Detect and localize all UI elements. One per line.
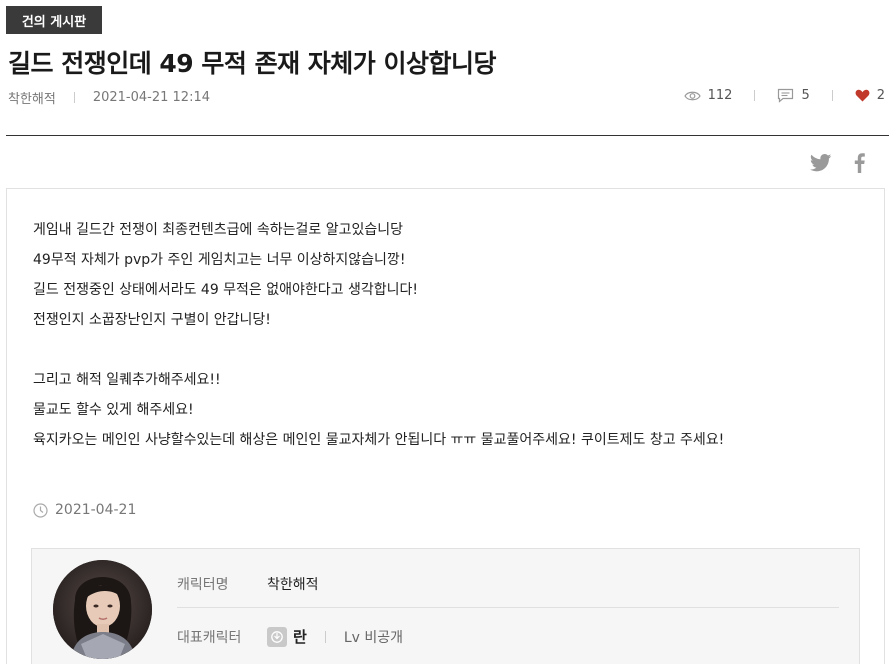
facebook-icon[interactable] bbox=[854, 153, 865, 173]
share-buttons bbox=[810, 153, 865, 173]
clock-icon bbox=[33, 502, 48, 518]
views-stat: 112 bbox=[683, 88, 733, 103]
character-card: 캐릭터명 착한해적 대표캐릭터 란 Lv 비공개 bbox=[31, 548, 860, 664]
content-line: 게임내 길드간 전쟁이 최종컨텐츠급에 속하는걸로 알고있습니당 bbox=[33, 222, 404, 238]
post-body: 게임내 길드간 전쟁이 최종컨텐츠급에 속하는걸로 알고있습니당 49무적 자체… bbox=[6, 188, 885, 664]
character-portrait bbox=[53, 560, 152, 659]
post-date: 2021-04-21 bbox=[55, 502, 137, 518]
server-icon bbox=[267, 626, 287, 647]
stats-divider bbox=[831, 90, 833, 101]
board-badge[interactable]: 건의 게시판 bbox=[6, 6, 102, 34]
likes-stat[interactable]: 2 bbox=[855, 88, 885, 103]
twitter-icon[interactable] bbox=[810, 154, 832, 172]
character-avatar[interactable] bbox=[53, 560, 152, 659]
post-date-row: 2021-04-21 bbox=[33, 502, 136, 518]
likes-count: 2 bbox=[876, 88, 885, 103]
character-level: Lv 비공개 bbox=[343, 629, 403, 646]
post-stats: 112 5 2 bbox=[683, 88, 885, 103]
content-line bbox=[33, 339, 724, 369]
meta-divider bbox=[73, 92, 75, 103]
stats-divider bbox=[754, 90, 756, 101]
post-title: 길드 전쟁인데 49 무적 존재 자체가 이상합니당 bbox=[8, 49, 497, 78]
comments-stat[interactable]: 5 bbox=[777, 88, 810, 103]
header-rule bbox=[6, 135, 889, 136]
content-line: 물교도 할수 있게 해주세요! bbox=[33, 402, 194, 418]
content-line: 육지카오는 메인인 사냥할수있는데 해상은 메인인 물교자체가 안됩니다 ㅠㅠ … bbox=[33, 432, 725, 448]
views-count: 112 bbox=[707, 88, 733, 103]
post-content: 게임내 길드간 전쟁이 최종컨텐츠급에 속하는걸로 알고있습니당 49무적 자체… bbox=[33, 219, 724, 459]
character-name[interactable]: 착한해적 bbox=[267, 574, 319, 594]
representative-name[interactable]: 란 bbox=[293, 626, 307, 647]
content-line: 길드 전쟁중인 상태에서라도 49 무적은 없애야한다고 생각합니다! bbox=[33, 282, 419, 298]
comment-icon bbox=[778, 88, 794, 103]
character-name-row: 캐릭터명 착한해적 bbox=[177, 574, 319, 594]
representative-label: 대표캐릭터 bbox=[177, 629, 242, 646]
heart-icon bbox=[855, 89, 870, 102]
author-name[interactable]: 착한해적 bbox=[8, 88, 56, 107]
content-line: 그리고 해적 일퀘추가해주세요!! bbox=[33, 372, 221, 388]
character-name-label: 캐릭터명 bbox=[177, 577, 229, 593]
content-line: 전쟁인지 소꿉장난인지 구별이 안갑니당! bbox=[33, 312, 271, 328]
row-divider bbox=[324, 630, 326, 643]
representative-row: 대표캐릭터 란 Lv 비공개 bbox=[177, 626, 403, 647]
eye-icon bbox=[683, 91, 701, 100]
card-divider bbox=[177, 607, 839, 608]
post-datetime: 2021-04-21 12:14 bbox=[92, 90, 210, 105]
comments-count: 5 bbox=[801, 88, 810, 103]
content-line: 49무적 자체가 pvp가 주인 게임치고는 너무 이상하지않습니깡! bbox=[33, 252, 406, 268]
post-meta: 착한해적 2021-04-21 12:14 bbox=[8, 88, 210, 107]
